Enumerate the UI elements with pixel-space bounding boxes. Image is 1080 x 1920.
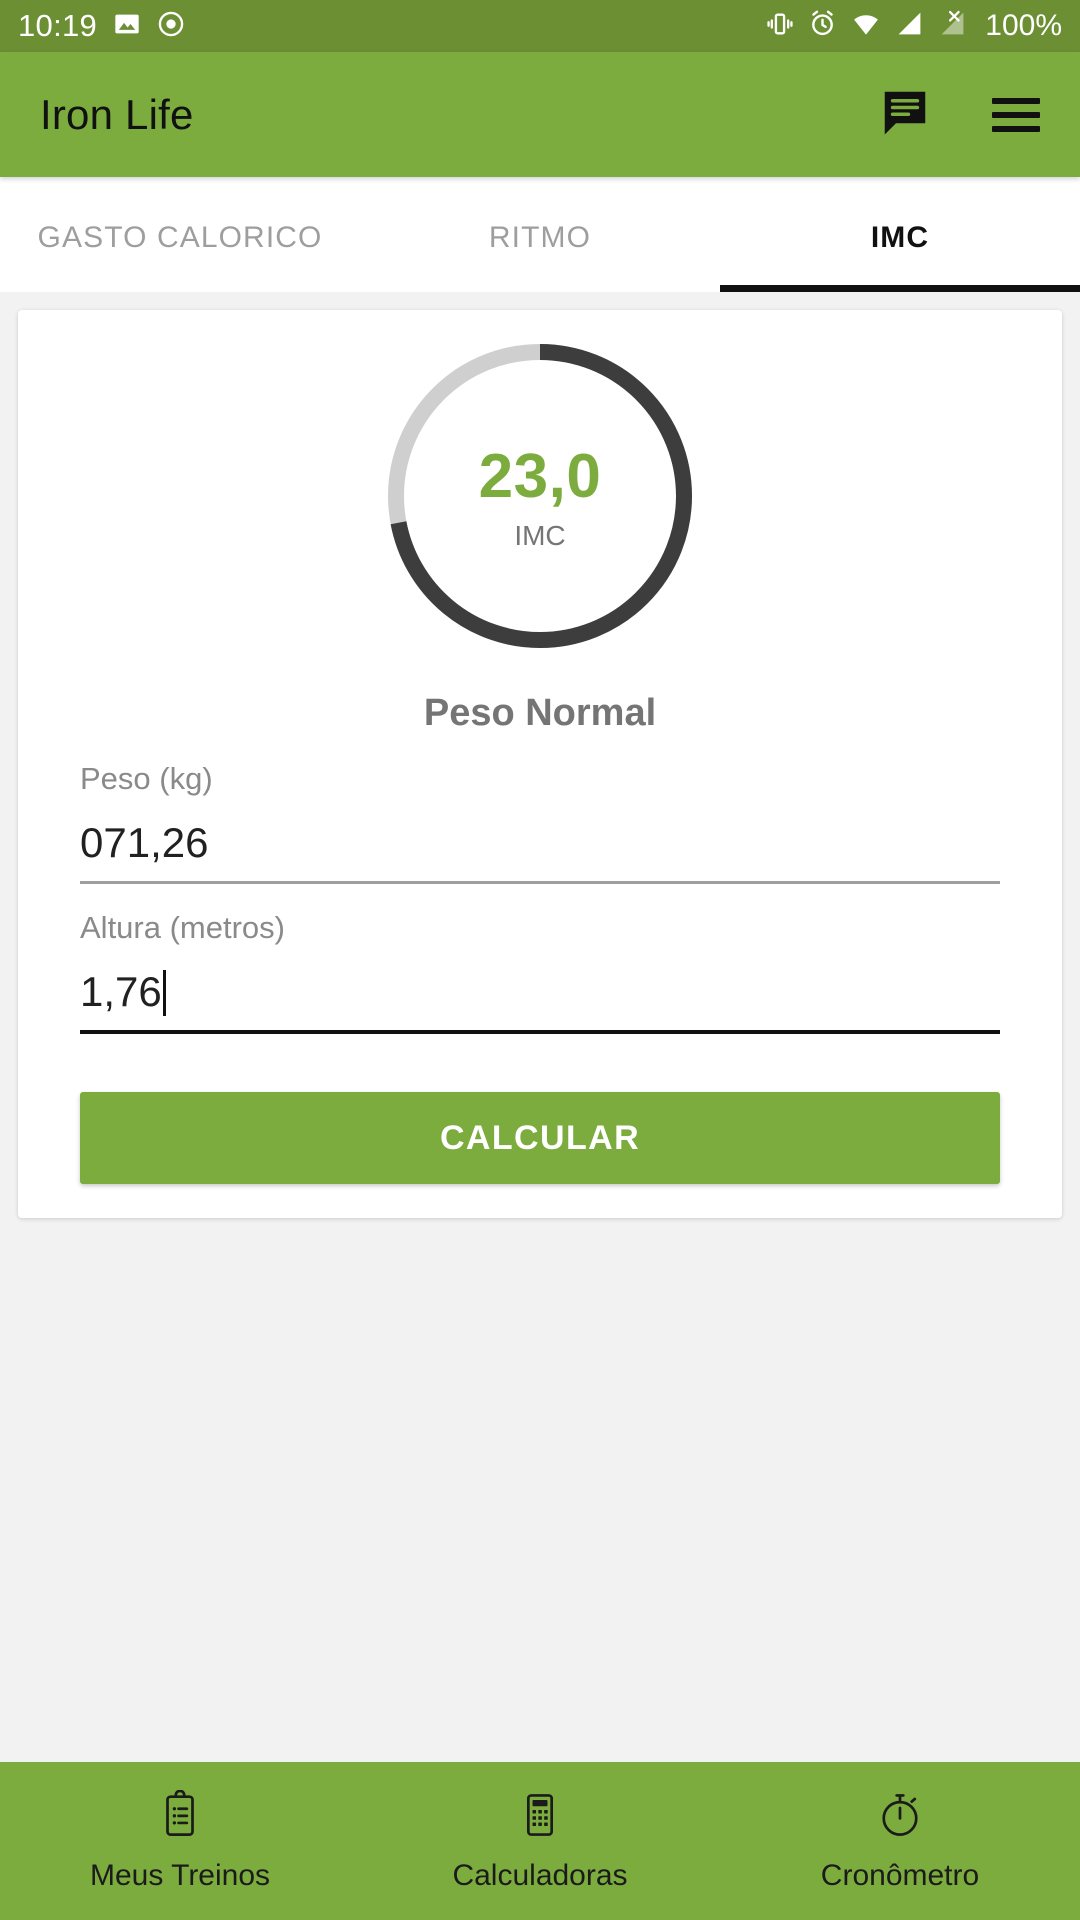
imc-gauge: 23,0 IMC bbox=[384, 340, 696, 652]
battery-percentage: 100% bbox=[985, 9, 1062, 42]
imc-value: 23,0 bbox=[478, 442, 602, 511]
height-label: Altura (metros) bbox=[80, 910, 285, 945]
tab-ritmo[interactable]: RITMO bbox=[360, 177, 720, 292]
alarm-icon bbox=[808, 9, 837, 43]
vibrate-icon bbox=[766, 10, 794, 43]
nav-label: Cronômetro bbox=[820, 1858, 980, 1892]
tab-gasto-calorico[interactable]: GASTO CALORICO bbox=[0, 177, 360, 292]
signal-off-icon bbox=[938, 9, 967, 43]
status-bar-left: 10:19 bbox=[18, 8, 185, 44]
stopwatch-icon bbox=[875, 1790, 925, 1845]
app-bar-actions bbox=[878, 85, 1040, 144]
tab-bar: GASTO CALORICO RITMO IMC bbox=[0, 177, 1080, 292]
nav-label: Calculadoras bbox=[452, 1858, 628, 1892]
clipboard-icon bbox=[155, 1789, 205, 1845]
nav-label: Meus Treinos bbox=[89, 1858, 271, 1892]
main-content: 23,0 IMC Peso Normal Peso (kg) 071,26 Al… bbox=[0, 292, 1080, 1762]
gauge-container: 23,0 IMC bbox=[18, 332, 1062, 652]
text-cursor bbox=[162, 970, 166, 1016]
nav-item-meus-treinos[interactable]: Meus Treinos bbox=[0, 1789, 360, 1893]
image-icon bbox=[113, 10, 141, 43]
tab-label: GASTO CALORICO bbox=[37, 220, 323, 254]
bottom-navigation: Meus Treinos Calculadoras Cronômetro bbox=[0, 1762, 1080, 1920]
app-bar: Iron Life bbox=[0, 52, 1080, 177]
status-bar: 10:19 100% bbox=[0, 0, 1080, 52]
height-input[interactable]: 1,76 bbox=[80, 968, 1000, 1034]
gauge-center-readout: 23,0 IMC bbox=[384, 340, 696, 652]
nav-item-cronometro[interactable]: Cronômetro bbox=[720, 1790, 1080, 1893]
calcular-button-label: CALCULAR bbox=[439, 1118, 641, 1157]
calculator-icon bbox=[515, 1790, 565, 1845]
chat-icon[interactable] bbox=[878, 85, 932, 144]
tab-label: IMC bbox=[870, 220, 930, 254]
record-icon bbox=[157, 10, 185, 43]
calcular-button[interactable]: CALCULAR bbox=[80, 1092, 1000, 1184]
weight-input-value: 071,26 bbox=[80, 819, 209, 866]
weight-input[interactable]: 071,26 bbox=[80, 819, 1000, 884]
tab-label: RITMO bbox=[488, 220, 592, 254]
menu-icon[interactable] bbox=[992, 97, 1040, 132]
imc-form: Peso (kg) 071,26 Altura (metros) 1,76 CA… bbox=[18, 761, 1062, 1184]
status-bar-right: 100% bbox=[766, 9, 1062, 44]
app-title: Iron Life bbox=[40, 90, 194, 138]
weight-label: Peso (kg) bbox=[80, 761, 213, 796]
status-time: 10:19 bbox=[18, 8, 98, 43]
weight-field-group: Peso (kg) 071,26 bbox=[80, 761, 1000, 884]
tab-imc[interactable]: IMC bbox=[720, 177, 1080, 292]
height-field-group: Altura (metros) 1,76 bbox=[80, 910, 1000, 1034]
imc-classification: Peso Normal bbox=[423, 692, 657, 734]
wifi-icon bbox=[851, 9, 881, 44]
imc-unit-label: IMC bbox=[514, 520, 566, 551]
height-input-value: 1,76 bbox=[80, 968, 162, 1015]
imc-card: 23,0 IMC Peso Normal Peso (kg) 071,26 Al… bbox=[18, 310, 1062, 1218]
nav-item-calculadoras[interactable]: Calculadoras bbox=[360, 1790, 720, 1893]
signal-icon bbox=[895, 9, 924, 43]
